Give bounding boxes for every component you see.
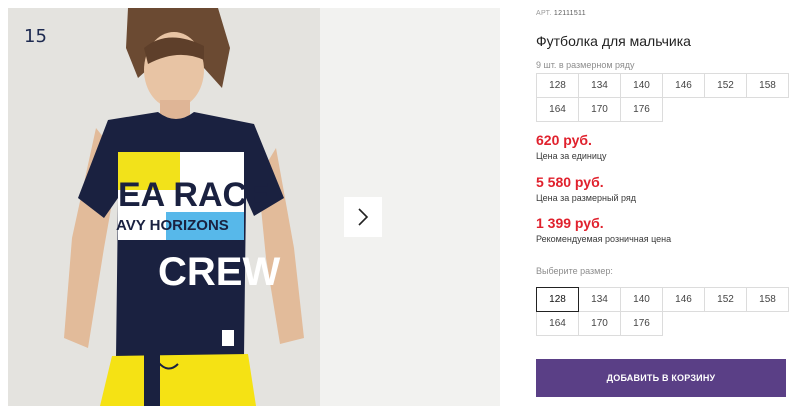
size-row-cell: 140 (620, 73, 663, 98)
print-line3: CREW (158, 250, 280, 294)
row-price-caption: Цена за размерный ряд (536, 193, 637, 203)
add-to-cart-button[interactable]: ДОБАВИТЬ В КОРЗИНУ (536, 359, 786, 397)
size-row-cell: 146 (662, 73, 705, 98)
size-option[interactable]: 176 (620, 311, 663, 336)
size-row-cell: 152 (704, 73, 747, 98)
size-option[interactable]: 164 (536, 311, 579, 336)
size-option[interactable]: 152 (704, 287, 747, 312)
next-image-button[interactable] (344, 197, 382, 237)
print-line2: AVY HORIZONS (116, 217, 229, 234)
choose-size-label: Выберите размер: (536, 266, 613, 276)
retail-price: 1 399 руб. (536, 215, 604, 231)
boy-in-tshirt-illustration: EA RACE AVY HORIZONS CREW (8, 8, 320, 406)
size-option[interactable]: 170 (578, 311, 621, 336)
article-value: 12111511 (553, 10, 586, 17)
article-label: АРТ. (536, 10, 552, 17)
size-option[interactable]: 146 (662, 287, 705, 312)
size-row-cell: 164 (536, 97, 579, 122)
size-row-cell: 176 (620, 97, 663, 122)
retail-price-caption: Рекомендуемая розничная цена (536, 234, 672, 244)
product-title: Футболка для мальчика (536, 33, 691, 49)
product-gallery: EA RACE AVY HORIZONS CREW 15 (0, 0, 500, 406)
article-number: АРТ. 12111511 (536, 10, 586, 17)
row-price: 5 580 руб. (536, 174, 604, 190)
print-line1: EA RACE (118, 176, 270, 214)
size-option[interactable]: 134 (578, 287, 621, 312)
size-row-note: 9 шт. в размерном ряду (536, 60, 635, 70)
size-option-selected[interactable]: 128 (536, 287, 579, 312)
size-row-cell: 158 (746, 73, 789, 98)
size-row-cell: 128 (536, 73, 579, 98)
chevron-right-icon (358, 208, 369, 226)
product-photo[interactable]: EA RACE AVY HORIZONS CREW (8, 8, 320, 406)
size-row-grid: 128 134 140 146 152 158 164 170 176 (536, 73, 789, 122)
unit-price-caption: Цена за единицу (536, 151, 607, 161)
size-selector: 128 134 140 146 152 158 164 170 176 (536, 287, 789, 336)
size-option[interactable]: 140 (620, 287, 663, 312)
unit-price: 620 руб. (536, 132, 592, 148)
size-row-cell: 134 (578, 73, 621, 98)
size-row-cell: 170 (578, 97, 621, 122)
image-index-number: 15 (24, 26, 47, 47)
size-option[interactable]: 158 (746, 287, 789, 312)
